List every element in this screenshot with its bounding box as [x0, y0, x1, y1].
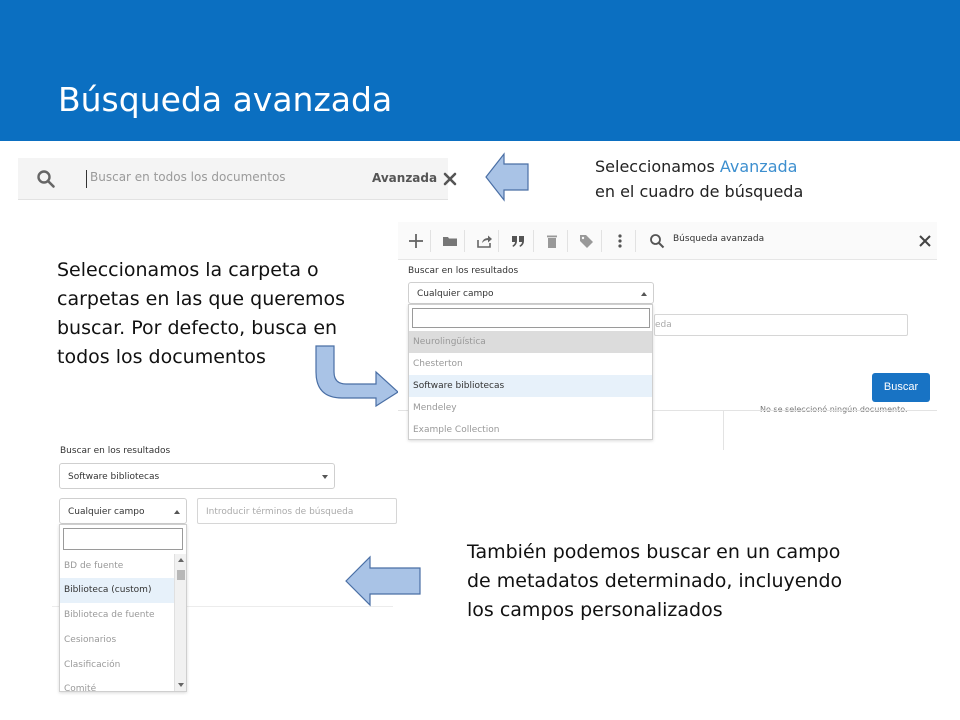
toolbar-divider: [635, 230, 636, 252]
scrollbar[interactable]: [174, 554, 186, 691]
dropdown-option-selected[interactable]: Software bibliotecas: [409, 375, 652, 397]
instruction-text: Seleccionamos: [595, 157, 715, 176]
text-caret: [86, 170, 87, 188]
search-button[interactable]: Buscar: [872, 373, 930, 402]
instruction-text: en el cuadro de búsqueda: [595, 182, 804, 201]
toolbar-divider: [430, 230, 431, 252]
instruction-line: todos los documentos: [57, 346, 266, 368]
close-icon[interactable]: [916, 232, 934, 250]
toolbar-divider: [464, 230, 465, 252]
arrow-left-icon: [345, 555, 421, 607]
scrollbar-thumb[interactable]: [177, 570, 185, 580]
scroll-up-icon[interactable]: [178, 558, 184, 562]
instruction-highlight: Avanzada: [719, 157, 798, 176]
section-label: Buscar en los resultados: [60, 446, 171, 456]
instruction-step-1: Seleccionamos Avanzada en el cuadro de b…: [595, 154, 803, 204]
advanced-search-panel: Búsqueda avanzada Buscar en los resultad…: [398, 222, 937, 450]
advanced-search-label: Búsqueda avanzada: [673, 234, 765, 244]
dropdown-search-input[interactable]: [63, 528, 183, 550]
search-icon[interactable]: [648, 232, 666, 250]
toolbar-divider: [567, 230, 568, 252]
advanced-search-button[interactable]: Avanzada: [372, 171, 437, 185]
section-label: Buscar en los resultados: [408, 266, 519, 276]
close-icon[interactable]: [441, 170, 459, 188]
dropdown-option[interactable]: BD de fuente: [60, 554, 174, 578]
trash-icon[interactable]: [543, 232, 561, 250]
dropdown-option[interactable]: Example Collection: [409, 419, 652, 441]
dropdown-option-selected[interactable]: Biblioteca (custom): [60, 578, 174, 603]
dropdown-option[interactable]: Chesterton: [409, 353, 652, 375]
search-terms-input[interactable]: Introducir términos de búsqueda: [197, 498, 397, 524]
arrow-curved-icon: [315, 345, 399, 408]
select-value: Cualquier campo: [68, 507, 145, 517]
dropdown-option[interactable]: Biblioteca de fuente: [60, 603, 174, 628]
toolbar: Búsqueda avanzada: [398, 222, 937, 260]
collection-select[interactable]: Software bibliotecas: [59, 463, 335, 489]
metadata-search-panel: Buscar en los resultados Software biblio…: [52, 435, 397, 692]
field-dropdown: BD de fuente Biblioteca (custom) Bibliot…: [59, 524, 187, 692]
search-input[interactable]: Buscar en todos los documentos: [90, 170, 286, 184]
field-select[interactable]: Cualquier campo: [59, 498, 187, 524]
dropdown-option[interactable]: Mendeley: [409, 397, 652, 419]
arrow-left-icon: [485, 152, 529, 202]
page-title: Búsqueda avanzada: [58, 80, 393, 119]
instruction-line: También podemos buscar en un campo: [467, 541, 841, 563]
search-terms-input[interactable]: eda: [654, 314, 908, 336]
quote-icon[interactable]: [509, 232, 527, 250]
instruction-line: de metadatos determinado, incluyendo: [467, 570, 843, 592]
toolbar-divider: [498, 230, 499, 252]
folder-icon[interactable]: [441, 232, 459, 250]
instruction-line: carpetas en las que queremos: [57, 288, 346, 310]
plus-icon[interactable]: [407, 232, 425, 250]
instruction-step-3: También podemos buscar en un campo de me…: [467, 538, 842, 625]
toolbar-divider: [533, 230, 534, 252]
instruction-line: buscar. Por defecto, busca en: [57, 317, 338, 339]
scroll-down-icon[interactable]: [178, 683, 184, 687]
search-bar: Buscar en todos los documentos Avanzada: [18, 158, 457, 200]
dropdown-search-input[interactable]: [412, 308, 650, 328]
divider: [723, 410, 724, 450]
input-placeholder: Introducir términos de búsqueda: [206, 507, 354, 517]
dropdown-option[interactable]: Comité: [60, 678, 174, 692]
chevron-up-icon: [641, 292, 647, 296]
chevron-up-icon: [174, 510, 180, 514]
select-value: Cualquier campo: [417, 289, 494, 299]
select-value: Software bibliotecas: [68, 472, 160, 482]
dropdown-option[interactable]: Clasificación: [60, 653, 174, 678]
dropdown-option[interactable]: Cesionarios: [60, 628, 174, 653]
field-select[interactable]: Cualquier campo: [408, 282, 654, 304]
collection-dropdown: Neurolingüística Chesterton Software bib…: [408, 304, 653, 440]
more-icon[interactable]: [611, 232, 629, 250]
toolbar-divider: [601, 230, 602, 252]
tag-icon[interactable]: [577, 232, 595, 250]
search-icon[interactable]: [36, 169, 56, 189]
share-icon[interactable]: [475, 232, 493, 250]
instruction-step-2: Seleccionamos la carpeta o carpetas en l…: [57, 256, 345, 372]
instruction-line: los campos personalizados: [467, 599, 723, 621]
dropdown-option[interactable]: Neurolingüística: [409, 331, 652, 353]
input-hint: eda: [655, 320, 672, 330]
instruction-line: Seleccionamos la carpeta o: [57, 259, 319, 281]
chevron-down-icon: [322, 475, 328, 479]
title-banner: Búsqueda avanzada: [0, 0, 960, 141]
